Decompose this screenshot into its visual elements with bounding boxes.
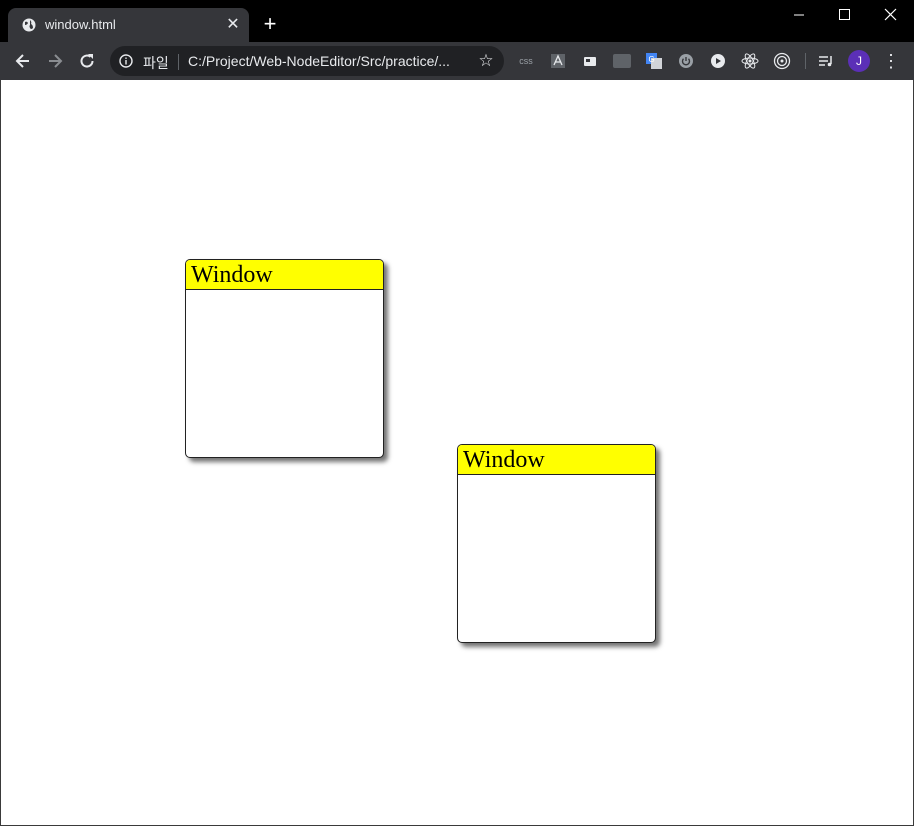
react-extension-icon[interactable] — [741, 52, 759, 70]
css-extension-icon[interactable]: css — [517, 52, 535, 70]
info-icon[interactable] — [119, 54, 133, 68]
font-extension-icon[interactable] — [549, 52, 567, 70]
minimize-icon[interactable] — [776, 0, 822, 30]
scheme-label: 파일 — [143, 55, 169, 71]
play-extension-icon[interactable] — [709, 52, 727, 70]
node-window-title[interactable]: Window — [458, 445, 655, 475]
reload-icon[interactable] — [77, 51, 97, 71]
translate-extension-icon[interactable]: G — [645, 52, 663, 70]
css-extension-label: css — [519, 56, 533, 66]
fx-extension-icon[interactable] — [613, 52, 631, 70]
node-window[interactable]: Window — [457, 444, 656, 643]
window-close-icon[interactable] — [868, 0, 914, 30]
tab-window-html[interactable]: window.html ✕ — [8, 8, 249, 42]
maximize-icon[interactable] — [822, 0, 868, 30]
plus-icon[interactable]: + — [260, 13, 280, 35]
profile-avatar[interactable]: J — [848, 50, 870, 72]
back-arrow-icon[interactable] — [13, 51, 33, 71]
node-window[interactable]: Window — [185, 259, 384, 458]
toolbar-divider — [805, 53, 806, 69]
playlist-icon[interactable] — [817, 52, 835, 70]
url-text[interactable]: C:/Project/Web-NodeEditor/Src/practice/.… — [188, 53, 450, 69]
forward-arrow-icon[interactable] — [45, 51, 65, 71]
node-window-title[interactable]: Window — [186, 260, 383, 290]
browser-toolbar: 파일 C:/Project/Web-NodeEditor/Src/practic… — [0, 42, 914, 80]
divider — [178, 54, 179, 70]
address-bar[interactable]: 파일 C:/Project/Web-NodeEditor/Src/practic… — [110, 46, 504, 76]
tab-strip: window.html ✕ + — [0, 0, 914, 42]
close-icon[interactable]: ✕ — [225, 17, 241, 33]
tab-title: window.html — [45, 17, 116, 32]
card-extension-icon[interactable] — [581, 52, 599, 70]
power-extension-icon[interactable] — [677, 52, 695, 70]
page-viewport: Window Window — [1, 80, 913, 825]
target-extension-icon[interactable] — [773, 52, 791, 70]
more-vert-icon[interactable]: ⋮ — [882, 51, 900, 71]
svg-text:G: G — [649, 55, 655, 64]
globe-icon — [22, 18, 36, 32]
star-icon[interactable]: ☆ — [477, 52, 495, 70]
